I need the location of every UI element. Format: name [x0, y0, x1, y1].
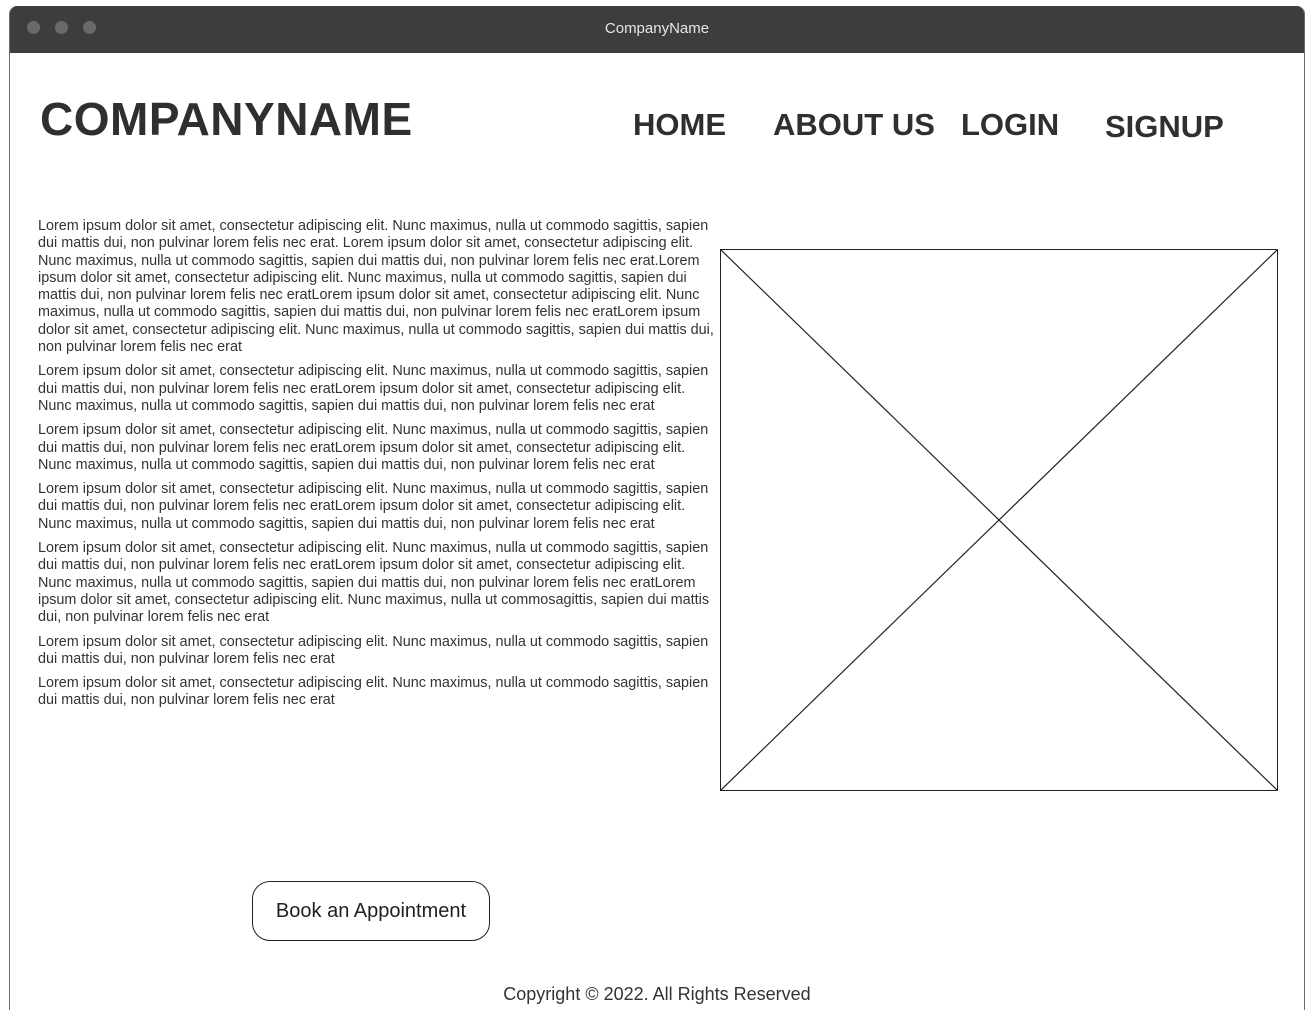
nav-login[interactable]: LOGIN: [961, 107, 1059, 143]
footer-copyright: Copyright © 2022. All Rights Reserved: [503, 984, 811, 1004]
paragraph: Lorem ipsum dolor sit amet, consectetur …: [38, 675, 709, 709]
paragraph: Lorem ipsum dolor sit amet, consectetur …: [38, 540, 710, 626]
main-text-content: Lorem ipsum dolor sit amet, consectetur …: [38, 218, 714, 717]
paragraph: Lorem ipsum dolor sit amet, consectetur …: [38, 633, 709, 667]
browser-window: CompanyName COMPANYNAME HOME ABOUT US LO…: [9, 6, 1305, 1010]
window-title: CompanyName: [604, 20, 710, 37]
paragraph: Lorem ipsum dolor sit amet, consectetur …: [38, 218, 714, 356]
placeholder-cross-icon: [721, 250, 1277, 790]
paragraph: Lorem ipsum dolor sit amet, consectetur …: [38, 422, 709, 473]
image-placeholder: [720, 249, 1278, 791]
book-appointment-button[interactable]: Book an Appointment: [252, 881, 490, 941]
nav-signup[interactable]: SIGNUP: [1105, 109, 1224, 145]
company-logo[interactable]: COMPANYNAME: [40, 92, 413, 146]
paragraph: Lorem ipsum dolor sit amet, consectetur …: [38, 363, 709, 414]
window-titlebar: CompanyName: [10, 6, 1304, 53]
nav-about-us[interactable]: ABOUT US: [773, 107, 935, 143]
nav-home[interactable]: HOME: [633, 107, 726, 143]
paragraph: Lorem ipsum dolor sit amet, consectetur …: [38, 481, 709, 532]
